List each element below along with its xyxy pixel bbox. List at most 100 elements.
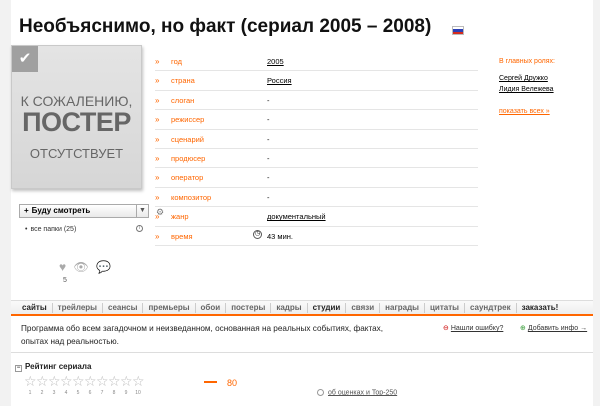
star-icon[interactable]: ☆ — [60, 374, 73, 388]
info-value: - — [267, 134, 270, 144]
bullet-icon: » — [155, 231, 160, 241]
all-folders-link[interactable]: • все папки (25) — [25, 226, 76, 233]
about-ratings-label: об оценках и Top-250 — [328, 389, 398, 397]
bullet-icon: » — [155, 115, 160, 125]
star-icon[interactable]: ☆ — [24, 374, 37, 388]
info-icon — [317, 389, 324, 396]
bullet-icon: » — [155, 134, 160, 144]
tab-6[interactable]: кадры — [271, 302, 308, 313]
poster-text-line3: ОТСУТСТВУЕТ — [29, 146, 124, 161]
actor-link[interactable]: Сергей Дружко — [499, 75, 555, 82]
tab-4[interactable]: обои — [196, 302, 227, 313]
info-row: » оператор - — [155, 168, 478, 188]
info-row: » страна Россия — [155, 71, 478, 91]
star-icon[interactable]: ☆ — [48, 374, 61, 388]
tab-9[interactable]: награды — [380, 302, 426, 313]
show-all-cast-link[interactable]: показать всех » — [499, 108, 555, 115]
star-icon[interactable]: ☆ — [72, 374, 85, 388]
star-number: 10 — [135, 390, 141, 396]
will-watch-button[interactable]: + Буду смотреть ▼ — [19, 204, 149, 218]
checkmark-icon[interactable]: ✔ — [12, 46, 38, 72]
info-key: продюсер — [171, 153, 206, 163]
film-tabs: сайты трейлеры сеансы премьеры обои постеры ка… — [11, 300, 593, 316]
chevron-down-icon[interactable]: ▼ — [136, 205, 148, 217]
cast-block: В главных ролях: Сергей Дружко Лидия Вел… — [499, 58, 555, 115]
comment-icon[interactable]: 💬 — [96, 260, 111, 274]
star-icon[interactable]: ☆ — [132, 374, 145, 388]
tab-8[interactable]: связи — [346, 302, 381, 313]
star-number: 4 — [64, 390, 68, 396]
info-value[interactable]: документальный — [267, 212, 326, 221]
star-icon[interactable]: ☆ — [120, 374, 133, 388]
about-ratings-link[interactable]: об оценках и Top-250 — [317, 389, 397, 396]
film-description: Программа обо всем загадочном и неизведа… — [21, 324, 384, 346]
info-key: композитор — [171, 192, 212, 202]
info-key: оператор — [171, 173, 204, 183]
tab-5[interactable]: постеры — [226, 302, 272, 313]
tab-0[interactable]: сайты — [17, 302, 53, 313]
bullet-icon: » — [155, 57, 160, 66]
likes-count: 5 — [63, 277, 67, 284]
info-icon[interactable]: i — [136, 225, 143, 232]
star-number: 3 — [52, 390, 56, 396]
report-error-link[interactable]: ⊖ Нашли ошибку? — [443, 324, 503, 332]
add-info-label: Добавить инфо → — [527, 325, 588, 332]
star-number: 5 — [76, 390, 80, 396]
info-row: » время ◷ 43 мин. — [155, 227, 478, 246]
error-icon: ⊖ — [443, 325, 449, 332]
tab-1[interactable]: трейлеры — [53, 302, 103, 313]
bullet-icon: » — [155, 192, 160, 202]
plus-icon: + — [24, 206, 29, 215]
tab-2[interactable]: сеансы — [103, 302, 144, 313]
info-row: » режиссер - — [155, 110, 478, 130]
info-value[interactable]: Россия — [267, 76, 292, 85]
info-key: год — [171, 57, 182, 66]
tab-11[interactable]: саундтрек — [465, 302, 517, 313]
collapse-icon[interactable]: − — [15, 365, 22, 372]
tab-10[interactable]: цитаты — [425, 302, 465, 313]
info-row: » год 2005 — [155, 52, 478, 72]
clock-icon: ◷ — [253, 229, 262, 239]
bullet-icon: » — [155, 76, 160, 86]
heart-icon[interactable]: ♥ — [59, 260, 66, 274]
info-key: жанр — [171, 212, 189, 222]
social-actions: ♥ 👁 💬 — [59, 260, 115, 274]
star-number: 6 — [88, 390, 92, 396]
star-icon[interactable]: ☆ — [108, 374, 121, 388]
poster-text-line2: ПОСТЕР — [22, 107, 131, 137]
info-value: - — [267, 173, 270, 183]
tab-12[interactable]: заказать! — [517, 303, 564, 313]
rating-heading: Рейтинг сериала — [25, 362, 92, 371]
rating-header[interactable]: − Рейтинг сериала — [15, 362, 91, 372]
actor-link[interactable]: Лидия Вележева — [499, 86, 555, 93]
star-icon[interactable]: ☆ — [84, 374, 97, 388]
tab-3[interactable]: премьеры — [143, 302, 196, 313]
star-number: 1 — [28, 390, 32, 396]
star-number: 8 — [112, 390, 116, 396]
info-value: - — [267, 95, 270, 105]
all-folders-label: все папки (25) — [30, 226, 77, 233]
film-info-table: » год 2005» страна Россия» слоган -» режиссер -»… — [155, 52, 478, 246]
info-row: » слоган - — [155, 91, 478, 111]
add-icon: ⊕ — [520, 325, 526, 332]
star-icon[interactable]: ☆ — [96, 374, 109, 388]
bullet-icon: » — [155, 212, 160, 222]
bullet-icon: » — [155, 95, 160, 105]
info-row: » сценарий - — [155, 130, 478, 149]
add-info-link[interactable]: ⊕ Добавить инфо → — [520, 324, 587, 332]
eye-icon[interactable]: 👁 — [73, 260, 88, 274]
info-row: » композитор - — [155, 188, 478, 208]
poster-placeholder[interactable]: ✔ К СОЖАЛЕНИЮ, ПОСТЕР ОТСУТСТВУЕТ — [11, 45, 142, 189]
rating-score: 80 — [227, 378, 238, 388]
info-row: » жанр документальный — [155, 207, 478, 227]
tab-7[interactable]: студии — [308, 302, 347, 313]
info-value[interactable]: 2005 — [267, 57, 284, 66]
info-key: сценарий — [171, 134, 204, 144]
bullet-icon: » — [155, 153, 160, 163]
bullet-icon: » — [155, 173, 160, 183]
info-key: слоган — [171, 95, 195, 105]
star-icon[interactable]: ☆ — [36, 374, 49, 388]
star-number: 9 — [124, 390, 128, 396]
info-value: - — [267, 115, 270, 125]
film-page: Необъяснимо, но факт (сериал 2005 – 2008… — [11, 0, 593, 406]
